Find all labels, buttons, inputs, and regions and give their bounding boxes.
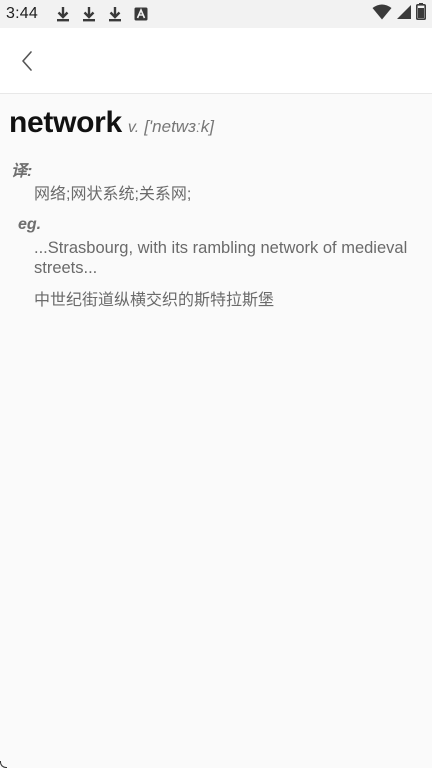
download-icon <box>106 5 124 23</box>
phonetic: ['netwɜːk] <box>144 117 214 136</box>
part-of-speech: v. <box>127 119 140 136</box>
translation-text: 网络;网状系统;关系网; <box>34 186 192 203</box>
example-label: eg. <box>18 216 42 233</box>
translate-a-icon <box>132 5 150 23</box>
system-status-icons <box>372 3 426 25</box>
back-button[interactable] <box>10 44 44 78</box>
example-sentence-zh: 中世纪街道纵横交织的斯特拉斯堡 <box>34 292 275 309</box>
translation-label: 译: <box>11 163 33 180</box>
battery-icon <box>416 3 426 25</box>
headword-row: network v. ['netwɜːk] <box>9 106 214 140</box>
download-icon <box>54 5 72 23</box>
entry-content: network v. ['netwɜːk] 译: 网络;网状系统;关系网; eg. … <box>0 94 432 768</box>
dictionary-screen: 3:44 network v. ['netwɜːk] 译: 网络;网状系统;关系… <box>0 0 432 768</box>
example-sentence-en: ...Strasbourg, with its rambling network… <box>34 239 408 277</box>
headword: network <box>9 106 122 139</box>
wifi-icon <box>372 4 392 25</box>
chevron-left-icon <box>22 51 32 71</box>
status-bar: 3:44 <box>0 0 432 28</box>
status-time: 3:44 <box>6 5 38 22</box>
app-bar <box>0 28 432 94</box>
signal-icon <box>396 4 412 25</box>
download-icon <box>80 5 98 23</box>
